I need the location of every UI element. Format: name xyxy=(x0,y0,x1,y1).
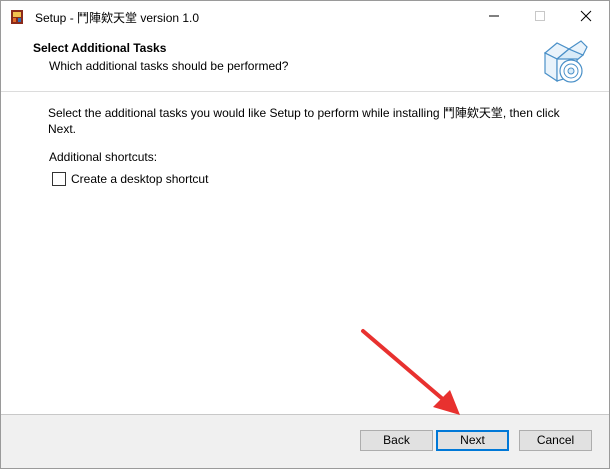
maximize-button xyxy=(517,1,563,31)
maximize-icon xyxy=(535,11,545,21)
page-title: Select Additional Tasks xyxy=(33,41,167,55)
minimize-icon xyxy=(489,15,499,17)
wizard-content: Select the additional tasks you would li… xyxy=(1,92,609,414)
next-button[interactable]: Next xyxy=(436,430,509,451)
footer-divider xyxy=(1,414,609,415)
task-description: Select the additional tasks you would li… xyxy=(48,105,578,137)
setup-window: Setup - 鬥陣欸天堂 version 1.0 Select Additio… xyxy=(0,0,610,469)
close-icon xyxy=(580,10,592,22)
wizard-header: Select Additional Tasks Which additional… xyxy=(1,31,609,92)
window-title: Setup - 鬥陣欸天堂 version 1.0 xyxy=(35,11,200,25)
back-button[interactable]: Back xyxy=(360,430,433,451)
app-icon xyxy=(11,10,23,24)
task-description-line2: Next. xyxy=(48,122,77,136)
title-bar[interactable]: Setup - 鬥陣欸天堂 version 1.0 xyxy=(1,1,609,31)
page-subtitle: Which additional tasks should be perform… xyxy=(49,59,289,73)
desktop-shortcut-label[interactable]: Create a desktop shortcut xyxy=(71,172,208,186)
additional-shortcuts-label: Additional shortcuts: xyxy=(49,150,158,164)
desktop-shortcut-checkbox[interactable] xyxy=(52,172,66,186)
close-button[interactable] xyxy=(563,1,609,31)
minimize-button[interactable] xyxy=(471,1,517,31)
installer-box-disc-icon xyxy=(543,40,588,83)
cancel-button[interactable]: Cancel xyxy=(519,430,592,451)
task-description-line1: Select the additional tasks you would li… xyxy=(48,106,560,120)
